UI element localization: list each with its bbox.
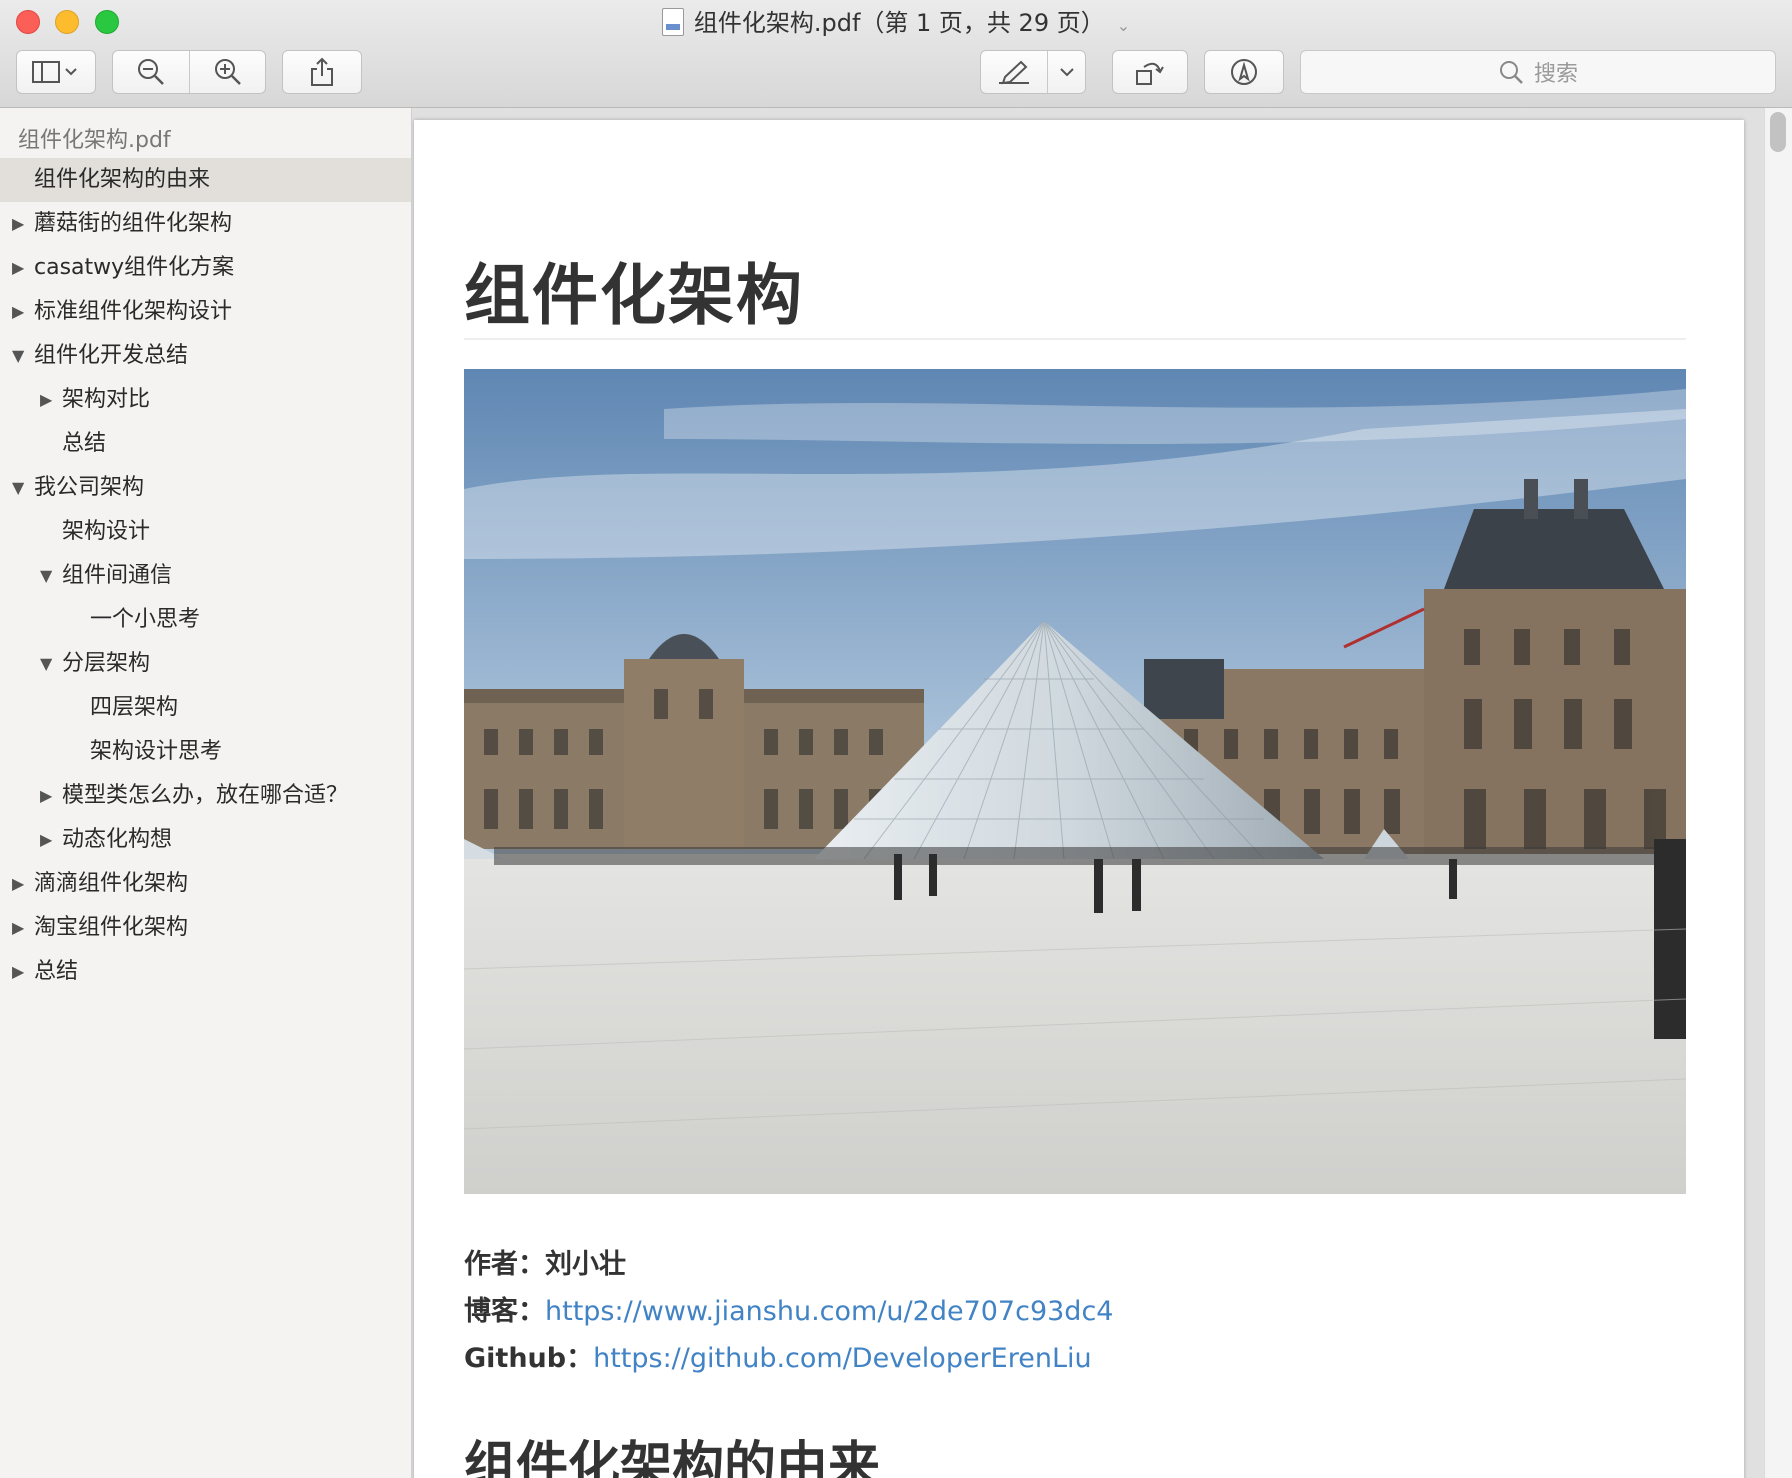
disclosure-collapsed-icon[interactable]: ▶	[40, 818, 58, 862]
outline-item[interactable]: ▼ 组件化开发总结	[0, 334, 411, 378]
outline-item[interactable]: ▶ 蘑菇街的组件化架构	[0, 202, 411, 246]
outline-item[interactable]: ▶ 标准组件化架构设计	[0, 290, 411, 334]
title-divider	[464, 338, 1686, 340]
outline-item[interactable]: 一个小思考	[0, 598, 411, 642]
outline-item-label: 蘑菇街的组件化架构	[34, 211, 233, 236]
disclosure-expanded-icon[interactable]: ▼	[40, 642, 58, 686]
pen-icon	[999, 60, 1029, 85]
outline-item-label: 总结	[34, 959, 79, 984]
chevron-down-icon	[1060, 68, 1074, 77]
window-toolbar: 组件化架构.pdf（第 1 页，共 29 页） ⌄ 搜索	[0, 0, 1792, 108]
blog-link[interactable]: https://www.jianshu.com/u/2de707c93dc4	[545, 1296, 1113, 1327]
zoom-in-button[interactable]	[190, 51, 266, 93]
outline-item[interactable]: 四层架构	[0, 686, 411, 730]
rotate-icon	[1136, 62, 1164, 85]
outline-item-label: 组件间通信	[62, 563, 173, 588]
author-name: 刘小壮	[545, 1249, 626, 1280]
outline-item[interactable]: ▶ 动态化构想	[0, 818, 411, 862]
disclosure-collapsed-icon[interactable]: ▶	[12, 246, 30, 290]
outline-item-label: 我公司架构	[34, 475, 145, 500]
outline-item[interactable]: 总结	[0, 422, 411, 466]
search-field[interactable]: 搜索	[1300, 50, 1776, 94]
outline-item-label: 模型类怎么办，放在哪合适？	[62, 783, 349, 808]
outline-item[interactable]: ▼ 我公司架构	[0, 466, 411, 510]
search-icon	[1499, 61, 1523, 84]
disclosure-expanded-icon[interactable]: ▼	[12, 334, 30, 378]
scrollbar-thumb[interactable]	[1770, 112, 1786, 152]
outline-item[interactable]: ▼ 分层架构	[0, 642, 411, 686]
outline-item[interactable]: 组件化架构的由来	[0, 158, 411, 202]
disclosure-collapsed-icon[interactable]: ▶	[40, 378, 58, 422]
markup-icon	[1231, 59, 1257, 85]
chevron-down-icon[interactable]: ⌄	[1117, 16, 1130, 35]
outline-item[interactable]: ▼ 组件间通信	[0, 554, 411, 598]
disclosure-expanded-icon[interactable]: ▼	[12, 466, 30, 510]
pdf-document-icon	[661, 8, 684, 36]
author-line: 作者：刘小壮	[464, 1242, 626, 1281]
outline-item-label: 架构设计	[62, 519, 151, 544]
sidebar-file-name: 组件化架构.pdf	[18, 128, 171, 153]
outline-item-label: 动态化构想	[62, 827, 173, 852]
document-view[interactable]: 组件化架构 作者：刘小壮 博客：https://www.jianshu.com/…	[412, 108, 1792, 1478]
zoom-in-icon	[215, 59, 241, 85]
outline-item-label: 分层架构	[62, 651, 151, 676]
outline-item[interactable]: ▶ 总结	[0, 950, 411, 994]
outline-item-label: 组件化开发总结	[34, 343, 189, 368]
section-heading: 组件化架构的由来	[464, 1437, 881, 1478]
rotate-button[interactable]	[1112, 50, 1188, 94]
outline-item[interactable]: ▶ 滴滴组件化架构	[0, 862, 411, 906]
disclosure-collapsed-icon[interactable]: ▶	[12, 862, 30, 906]
outline-item[interactable]: 架构设计思考	[0, 730, 411, 774]
sidebar-view-button[interactable]	[16, 50, 96, 94]
github-line: Github：https://github.com/DeveloperErenL…	[464, 1336, 1092, 1375]
zoom-out-button[interactable]	[113, 51, 189, 93]
pdf-page: 组件化架构 作者：刘小壮 博客：https://www.jianshu.com/…	[414, 120, 1744, 1478]
outline-item[interactable]: ▶ 架构对比	[0, 378, 411, 422]
disclosure-expanded-icon[interactable]: ▼	[40, 554, 58, 598]
louvre-pyramid-photo	[464, 369, 1686, 1194]
github-link[interactable]: https://github.com/DeveloperErenLiu	[593, 1343, 1092, 1374]
outline-item[interactable]: ▶ casatwy组件化方案	[0, 246, 411, 290]
window-title-bar: 组件化架构.pdf（第 1 页，共 29 页） ⌄	[0, 6, 1792, 43]
outline-item[interactable]: ▶ 淘宝组件化架构	[0, 906, 411, 950]
outline-item-label: 滴滴组件化架构	[34, 871, 189, 896]
outline-item-label: 标准组件化架构设计	[34, 299, 233, 324]
vertical-scrollbar[interactable]	[1764, 108, 1792, 1478]
disclosure-collapsed-icon[interactable]: ▶	[40, 774, 58, 818]
sidebar-icon	[32, 61, 77, 83]
highlight-control	[980, 50, 1086, 94]
outline-item-label: 淘宝组件化架构	[34, 915, 189, 940]
markup-toolbar-button[interactable]	[1204, 50, 1284, 94]
outline-item-label: 四层架构	[90, 695, 179, 720]
disclosure-collapsed-icon[interactable]: ▶	[12, 950, 30, 994]
outline-item[interactable]: ▶ 模型类怎么办，放在哪合适？	[0, 774, 411, 818]
blog-line: 博客：https://www.jianshu.com/u/2de707c93dc…	[464, 1289, 1113, 1328]
outline-item-label: 一个小思考	[90, 607, 201, 632]
highlight-menu-button[interactable]	[1048, 51, 1086, 93]
author-label: 作者：	[464, 1249, 545, 1280]
cover-photo	[464, 369, 1686, 1194]
github-label: Github：	[464, 1343, 594, 1374]
outline-sidebar: 组件化架构.pdf 组件化架构的由来 ▶ 蘑菇街的组件化架构 ▶ casatwy组件化方…	[0, 108, 412, 1478]
document-title: 组件化架构	[464, 257, 804, 334]
highlight-button[interactable]	[981, 51, 1047, 93]
outline-item-label: casatwy组件化方案	[34, 255, 235, 280]
zoom-out-icon	[138, 59, 164, 85]
disclosure-collapsed-icon[interactable]: ▶	[12, 906, 30, 950]
share-button[interactable]	[282, 50, 362, 94]
outline-item-label: 总结	[62, 431, 107, 456]
blog-label: 博客：	[464, 1296, 545, 1327]
share-icon	[311, 57, 333, 86]
disclosure-collapsed-icon[interactable]: ▶	[12, 202, 30, 246]
outline-item[interactable]: 架构设计	[0, 510, 411, 554]
zoom-control	[112, 50, 266, 94]
disclosure-collapsed-icon[interactable]: ▶	[12, 290, 30, 334]
outline-item-label: 架构对比	[62, 387, 151, 412]
outline-item-label: 组件化架构的由来	[34, 167, 211, 192]
search-placeholder: 搜索	[1533, 62, 1578, 87]
window-title: 组件化架构.pdf（第 1 页，共 29 页）	[693, 9, 1105, 37]
outline-item-label: 架构设计思考	[90, 739, 223, 764]
